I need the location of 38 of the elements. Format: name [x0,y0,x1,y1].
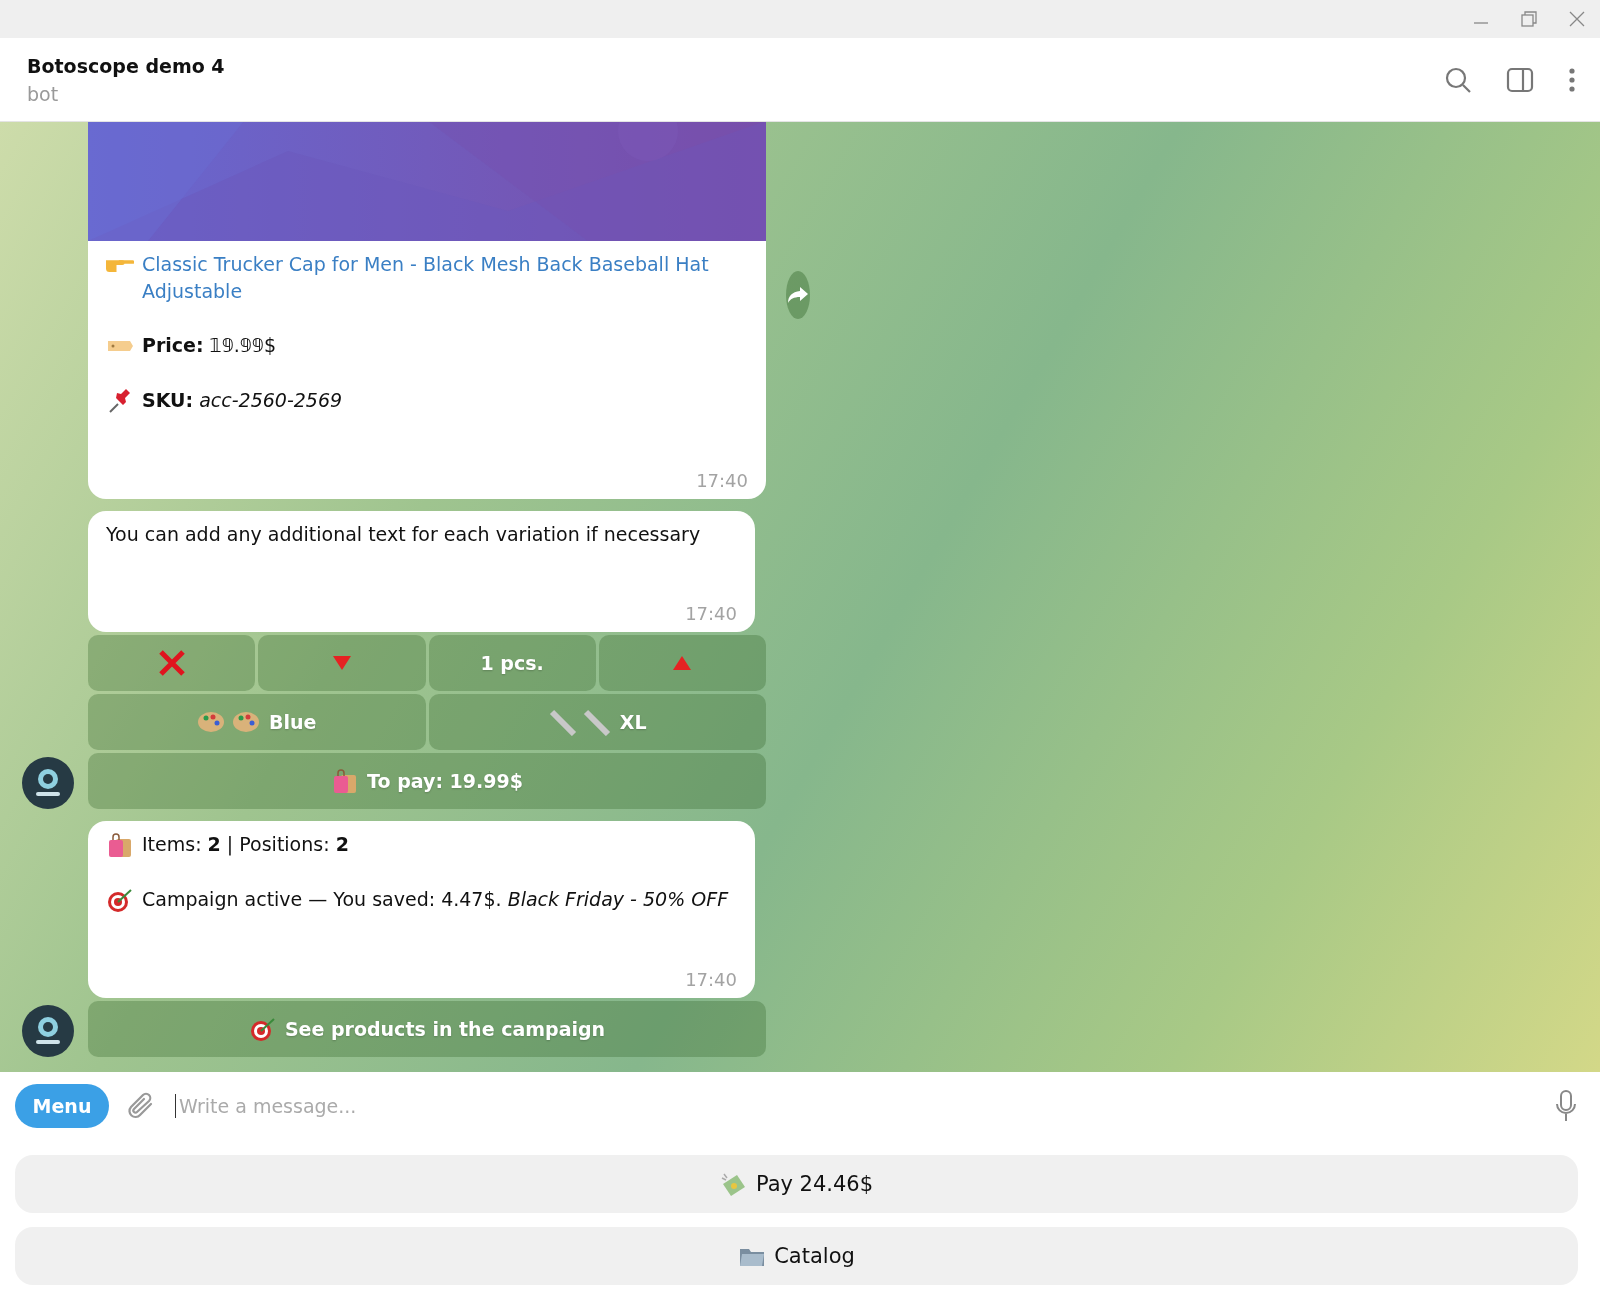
message-time: 17:40 [696,470,748,491]
message-text: Price: 𝟙𝟡.𝟡𝟡$ [142,333,276,358]
message-time: 17:40 [685,603,737,624]
chat-subtitle: bot [27,82,60,105]
target-icon [248,1015,277,1043]
inline-button[interactable]: 1 pcs. [428,635,596,691]
triangle-down-icon [331,655,352,671]
inline-button[interactable]: To pay: 19.99$ [88,753,766,809]
chat-title: Botoscope demo 4 [27,54,225,77]
inline-button[interactable]: See products in the campaign [88,1001,766,1057]
triangle-up-icon [672,655,693,671]
close-icon[interactable] [1568,10,1586,28]
forward-button[interactable] [786,271,810,319]
search-icon[interactable] [1444,65,1472,94]
share-arrow-icon [786,285,810,305]
message-text: SKU: acc-2560-2569 [142,388,343,413]
product-link[interactable]: Classic Trucker Cap for Men - Black Mesh Back Baseball Hat Adjustable [142,251,748,305]
pointing-hand-icon [106,258,134,272]
inline-button[interactable]: Blue [88,694,426,750]
message-time: 17:40 [685,969,737,990]
bot-avatar[interactable] [22,1005,74,1057]
bot-avatar[interactable] [22,757,74,809]
more-icon[interactable] [1568,66,1576,93]
inline-button[interactable]: XL [428,694,766,750]
message-text: Items: 2 | Positions: 2 [142,832,349,858]
microphone-icon[interactable] [1554,1089,1578,1123]
restore-icon[interactable] [1520,10,1538,28]
cross-icon [157,649,186,677]
shopping-bag-icon [106,831,134,859]
menu-button[interactable]: Menu [15,1084,109,1128]
rulers-icon [547,708,612,736]
inline-button[interactable] [88,635,256,691]
message-text: You can add any additional text for each variation if necessary [106,522,701,547]
keyboard-button[interactable]: Catalog [15,1227,1578,1285]
sidebar-icon[interactable] [1506,66,1534,93]
keyboard-button[interactable]: Pay 24.46$ [15,1155,1578,1213]
message-text: Campaign active — You saved: 4.47$. Black Friday - 50% OFF [142,887,729,912]
target-icon [106,886,134,914]
